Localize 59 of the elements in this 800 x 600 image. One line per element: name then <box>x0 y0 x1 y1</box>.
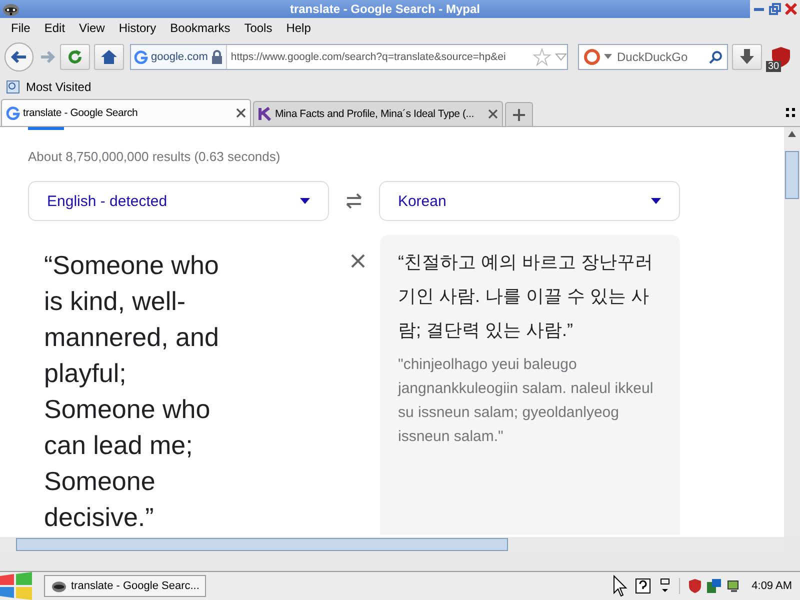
google-g-icon <box>6 106 20 120</box>
reload-icon <box>66 48 84 66</box>
menu-item[interactable]: File <box>4 21 38 35</box>
menu-item[interactable]: Bookmarks <box>163 21 238 35</box>
browser-tab[interactable]: Mina Facts and Profile, Mina´s Ideal Type (... <box>253 101 503 126</box>
url-text: https://www.google.com/search?q=translate&source=hp&ei <box>230 51 507 63</box>
grid-icon[interactable] <box>786 108 796 118</box>
vertical-scrollbar[interactable] <box>784 127 800 537</box>
browser-tab[interactable]: translate - Google Search <box>1 99 251 126</box>
site-domain: google.com <box>151 51 208 63</box>
scroll-up-icon[interactable] <box>788 131 796 137</box>
menu-item[interactable]: History <box>112 21 164 35</box>
new-tab-button[interactable] <box>505 102 533 126</box>
k-letter-icon <box>258 107 272 121</box>
romanization-text: "chinjeolhago yeui baleugo jangnankkuleogiin salam. naleul ikkeul su issneun salam; gyeoldanlyeog issneun salam." <box>398 355 654 447</box>
window-title: translate - Google Search - Mypal <box>288 2 482 16</box>
scroll-thumb[interactable] <box>785 151 799 199</box>
mouse-cursor-icon <box>612 575 627 597</box>
translated-text: “친절하고 예의 바르고 장난꾸러기인 사람. 나를 이끌 수 있는 사람; 결단력 있는 사람.” <box>398 251 654 342</box>
help-icon[interactable] <box>634 578 651 594</box>
download-button[interactable] <box>732 44 762 70</box>
lock-icon <box>210 50 223 64</box>
close-icon[interactable] <box>784 2 798 16</box>
swap-icon[interactable] <box>344 193 364 209</box>
menu-item[interactable]: Tools <box>237 21 280 35</box>
window-stack-icon[interactable] <box>658 578 671 594</box>
download-icon <box>739 48 755 66</box>
reload-button[interactable] <box>60 44 90 70</box>
restore-icon[interactable] <box>768 2 782 16</box>
bookmark-folder[interactable]: Most Visited <box>6 80 92 94</box>
menu-item[interactable]: Edit <box>37 21 72 35</box>
site-identity[interactable]: google.com <box>131 45 227 69</box>
network-icon[interactable] <box>706 578 722 594</box>
address-bar[interactable]: google.com https://www.google.com/search?q=translate&source=hp&ei <box>130 44 568 70</box>
caret-icon[interactable] <box>604 54 612 60</box>
results-count: About 8,750,000,000 results (0.63 seconds) <box>28 149 282 164</box>
bookmark-icon <box>6 80 20 94</box>
search-icon[interactable] <box>709 50 723 64</box>
taskbar-button[interactable]: translate - Google Searc... <box>44 575 206 597</box>
source-language-select[interactable]: English - detected <box>28 181 330 221</box>
target-language-select[interactable]: Korean <box>378 181 680 221</box>
shield-icon[interactable] <box>688 578 702 594</box>
close-tab-icon[interactable] <box>236 108 246 118</box>
google-g-icon <box>134 50 148 64</box>
plus-icon <box>513 108 525 120</box>
source-text[interactable]: “Someone who is kind, well-mannered, and playful; Someone who can lead me; Someone decisive.” <box>44 247 240 535</box>
dropdown-arrow-icon <box>300 198 310 204</box>
scroll-thumb[interactable] <box>16 538 508 550</box>
home-button[interactable] <box>94 44 124 70</box>
close-tab-icon[interactable] <box>488 109 498 119</box>
clear-icon[interactable] <box>350 253 366 269</box>
addon-count-badge: 30 <box>766 61 782 72</box>
menu-item[interactable]: Help <box>279 21 318 35</box>
clock: 4:09 AM <box>752 580 792 592</box>
star-icon[interactable] <box>533 48 551 66</box>
home-icon <box>100 48 118 66</box>
search-field[interactable]: DuckDuckGo <box>578 44 728 70</box>
dropdown-arrow-icon <box>650 198 661 204</box>
menu-item[interactable]: View <box>72 21 112 35</box>
